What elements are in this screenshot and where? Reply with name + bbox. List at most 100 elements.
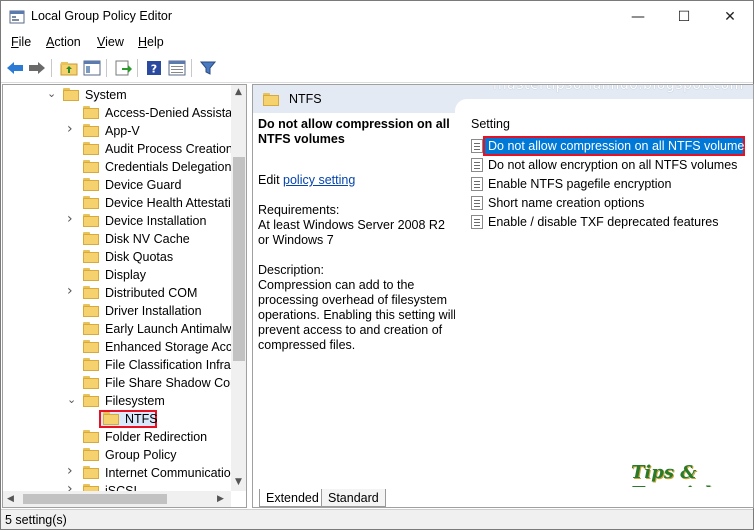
tree-item[interactable]: Driver Installation bbox=[3, 302, 231, 320]
tree-item[interactable]: Folder Redirection bbox=[3, 428, 231, 446]
tree-item[interactable]: File Share Shadow Copy bbox=[3, 374, 231, 392]
column-header-setting[interactable]: Setting bbox=[471, 117, 510, 131]
up-folder-button[interactable] bbox=[59, 58, 79, 78]
setting-row[interactable]: Do not allow compression on all NTFS vol… bbox=[469, 136, 751, 156]
chevron-right-icon[interactable]: › bbox=[67, 212, 77, 227]
menu-view[interactable]: View bbox=[97, 35, 124, 49]
menu-action[interactable]: Action bbox=[46, 35, 81, 49]
tree-item[interactable]: Access-Denied Assistan bbox=[3, 104, 231, 122]
tree-item[interactable]: Early Launch Antimalwa bbox=[3, 320, 231, 338]
scroll-up-icon[interactable]: ▲ bbox=[235, 87, 242, 97]
menu-file[interactable]: File bbox=[11, 35, 31, 49]
tree-item[interactable]: ⌄ System bbox=[3, 86, 231, 104]
tree-item-label: Early Launch Antimalwa bbox=[105, 322, 231, 336]
setting-row[interactable]: Do not allow encryption on all NTFS volu… bbox=[469, 156, 747, 174]
setting-label: Short name creation options bbox=[488, 196, 645, 210]
tree-item[interactable]: › App-V bbox=[3, 122, 231, 140]
tree-item[interactable]: Device Health Attestati bbox=[3, 194, 231, 212]
tree-item[interactable]: › Device Installation bbox=[3, 212, 231, 230]
menu-help[interactable]: Help bbox=[138, 35, 164, 49]
chevron-down-icon[interactable]: ⌄ bbox=[47, 87, 57, 100]
folder-icon bbox=[83, 466, 99, 479]
tree-item-label: File Classification Infrast bbox=[105, 358, 231, 372]
tree-item[interactable]: › Internet Communicatio bbox=[3, 464, 231, 482]
status-text: 5 setting(s) bbox=[5, 513, 67, 527]
tree-item[interactable]: Display bbox=[3, 266, 231, 284]
chevron-right-icon[interactable]: › bbox=[67, 464, 77, 479]
toolbar: ? bbox=[1, 54, 753, 83]
help-button[interactable]: ? bbox=[144, 58, 164, 78]
tree-item-label: Device Health Attestati bbox=[105, 196, 231, 210]
console-tree-icon bbox=[83, 60, 101, 76]
policy-setting-icon bbox=[471, 177, 483, 191]
tree-item-label: Credentials Delegation bbox=[105, 160, 231, 174]
view-tabs: Extended Standard bbox=[253, 487, 753, 507]
tree-item[interactable]: File Classification Infrast bbox=[3, 356, 231, 374]
tree-item[interactable]: ⌄ Filesystem bbox=[3, 392, 231, 410]
close-button[interactable]: ✕ bbox=[707, 1, 753, 32]
back-button[interactable] bbox=[5, 58, 25, 78]
forward-button[interactable] bbox=[27, 58, 47, 78]
tree-item[interactable]: NTFS bbox=[3, 410, 231, 428]
status-bar: 5 setting(s) bbox=[1, 509, 753, 529]
tree-item-label: Device Guard bbox=[105, 178, 182, 192]
minimize-button[interactable]: — bbox=[615, 1, 661, 32]
chevron-down-icon[interactable]: ⌄ bbox=[67, 393, 77, 406]
setting-label: Do not allow compression on all NTFS vol… bbox=[488, 139, 751, 153]
tree-item[interactable]: Disk NV Cache bbox=[3, 230, 231, 248]
tree-vertical-scrollbar[interactable]: ▲ ▼ bbox=[231, 85, 246, 491]
setting-label: Do not allow encryption on all NTFS volu… bbox=[488, 158, 738, 172]
tree-horizontal-scrollbar[interactable]: ◀ ▶ bbox=[3, 491, 231, 507]
tree-item-label: Internet Communicatio bbox=[105, 466, 231, 480]
folder-icon bbox=[83, 394, 99, 407]
svg-text:?: ? bbox=[151, 63, 157, 76]
tree-item-label: App-V bbox=[105, 124, 140, 138]
tree-item[interactable]: Device Guard bbox=[3, 176, 231, 194]
maximize-button[interactable]: ☐ bbox=[661, 1, 707, 32]
tree-item[interactable]: Audit Process Creation bbox=[3, 140, 231, 158]
folder-icon bbox=[83, 142, 99, 155]
properties-button[interactable] bbox=[167, 58, 187, 78]
scroll-right-icon[interactable]: ▶ bbox=[217, 494, 224, 504]
tree-item-label: Disk Quotas bbox=[105, 250, 174, 264]
folder-icon bbox=[83, 268, 99, 281]
tree-item[interactable]: › Distributed COM bbox=[3, 284, 231, 302]
folder-icon bbox=[83, 160, 99, 173]
folder-icon bbox=[83, 358, 99, 371]
requirements-label: Requirements: bbox=[258, 203, 340, 217]
setting-label: Enable NTFS pagefile encryption bbox=[488, 177, 672, 191]
tree-horizontal-scroll-thumb[interactable] bbox=[23, 494, 167, 504]
export-list-button[interactable] bbox=[113, 58, 133, 78]
setting-row[interactable]: Enable NTFS pagefile encryption bbox=[469, 175, 747, 193]
scroll-down-icon[interactable]: ▼ bbox=[235, 477, 242, 487]
tab-standard[interactable]: Standard bbox=[321, 489, 386, 507]
console-tree-pane: ⌄ System Access-Denied Assistan › App-V Audit… bbox=[2, 84, 247, 508]
tree-item[interactable]: Credentials Delegation bbox=[3, 158, 231, 176]
folder-icon bbox=[83, 196, 99, 209]
filter-icon bbox=[200, 61, 216, 75]
tree-vertical-scroll-thumb[interactable] bbox=[233, 157, 245, 361]
edit-policy-setting-link[interactable]: policy setting bbox=[283, 173, 355, 187]
chevron-right-icon[interactable]: › bbox=[67, 284, 77, 299]
details-pane: NTFS mastertipsorialindo.blogspot.com Do… bbox=[252, 84, 754, 508]
folder-icon bbox=[83, 304, 99, 317]
menu-bar: File Action View Help bbox=[1, 32, 753, 54]
scroll-left-icon[interactable]: ◀ bbox=[7, 494, 14, 504]
tree-item-label: Device Installation bbox=[105, 214, 207, 228]
tree-item-label: Distributed COM bbox=[105, 286, 198, 300]
folder-icon bbox=[83, 322, 99, 335]
folder-icon bbox=[83, 448, 99, 461]
edit-prefix: Edit bbox=[258, 173, 280, 187]
show-hide-tree-button[interactable] bbox=[82, 58, 102, 78]
folder-icon bbox=[83, 124, 99, 137]
policy-setting-icon bbox=[471, 196, 483, 210]
chevron-right-icon[interactable]: › bbox=[67, 122, 77, 137]
tree-item[interactable]: Disk Quotas bbox=[3, 248, 231, 266]
setting-row[interactable]: Enable / disable TXF deprecated features bbox=[469, 213, 747, 231]
tree-item[interactable]: Enhanced Storage Acce bbox=[3, 338, 231, 356]
setting-row[interactable]: Short name creation options bbox=[469, 194, 747, 212]
tab-extended[interactable]: Extended bbox=[259, 489, 326, 507]
tree-item[interactable]: Group Policy bbox=[3, 446, 231, 464]
filter-button[interactable] bbox=[198, 58, 218, 78]
folder-icon bbox=[103, 412, 119, 425]
